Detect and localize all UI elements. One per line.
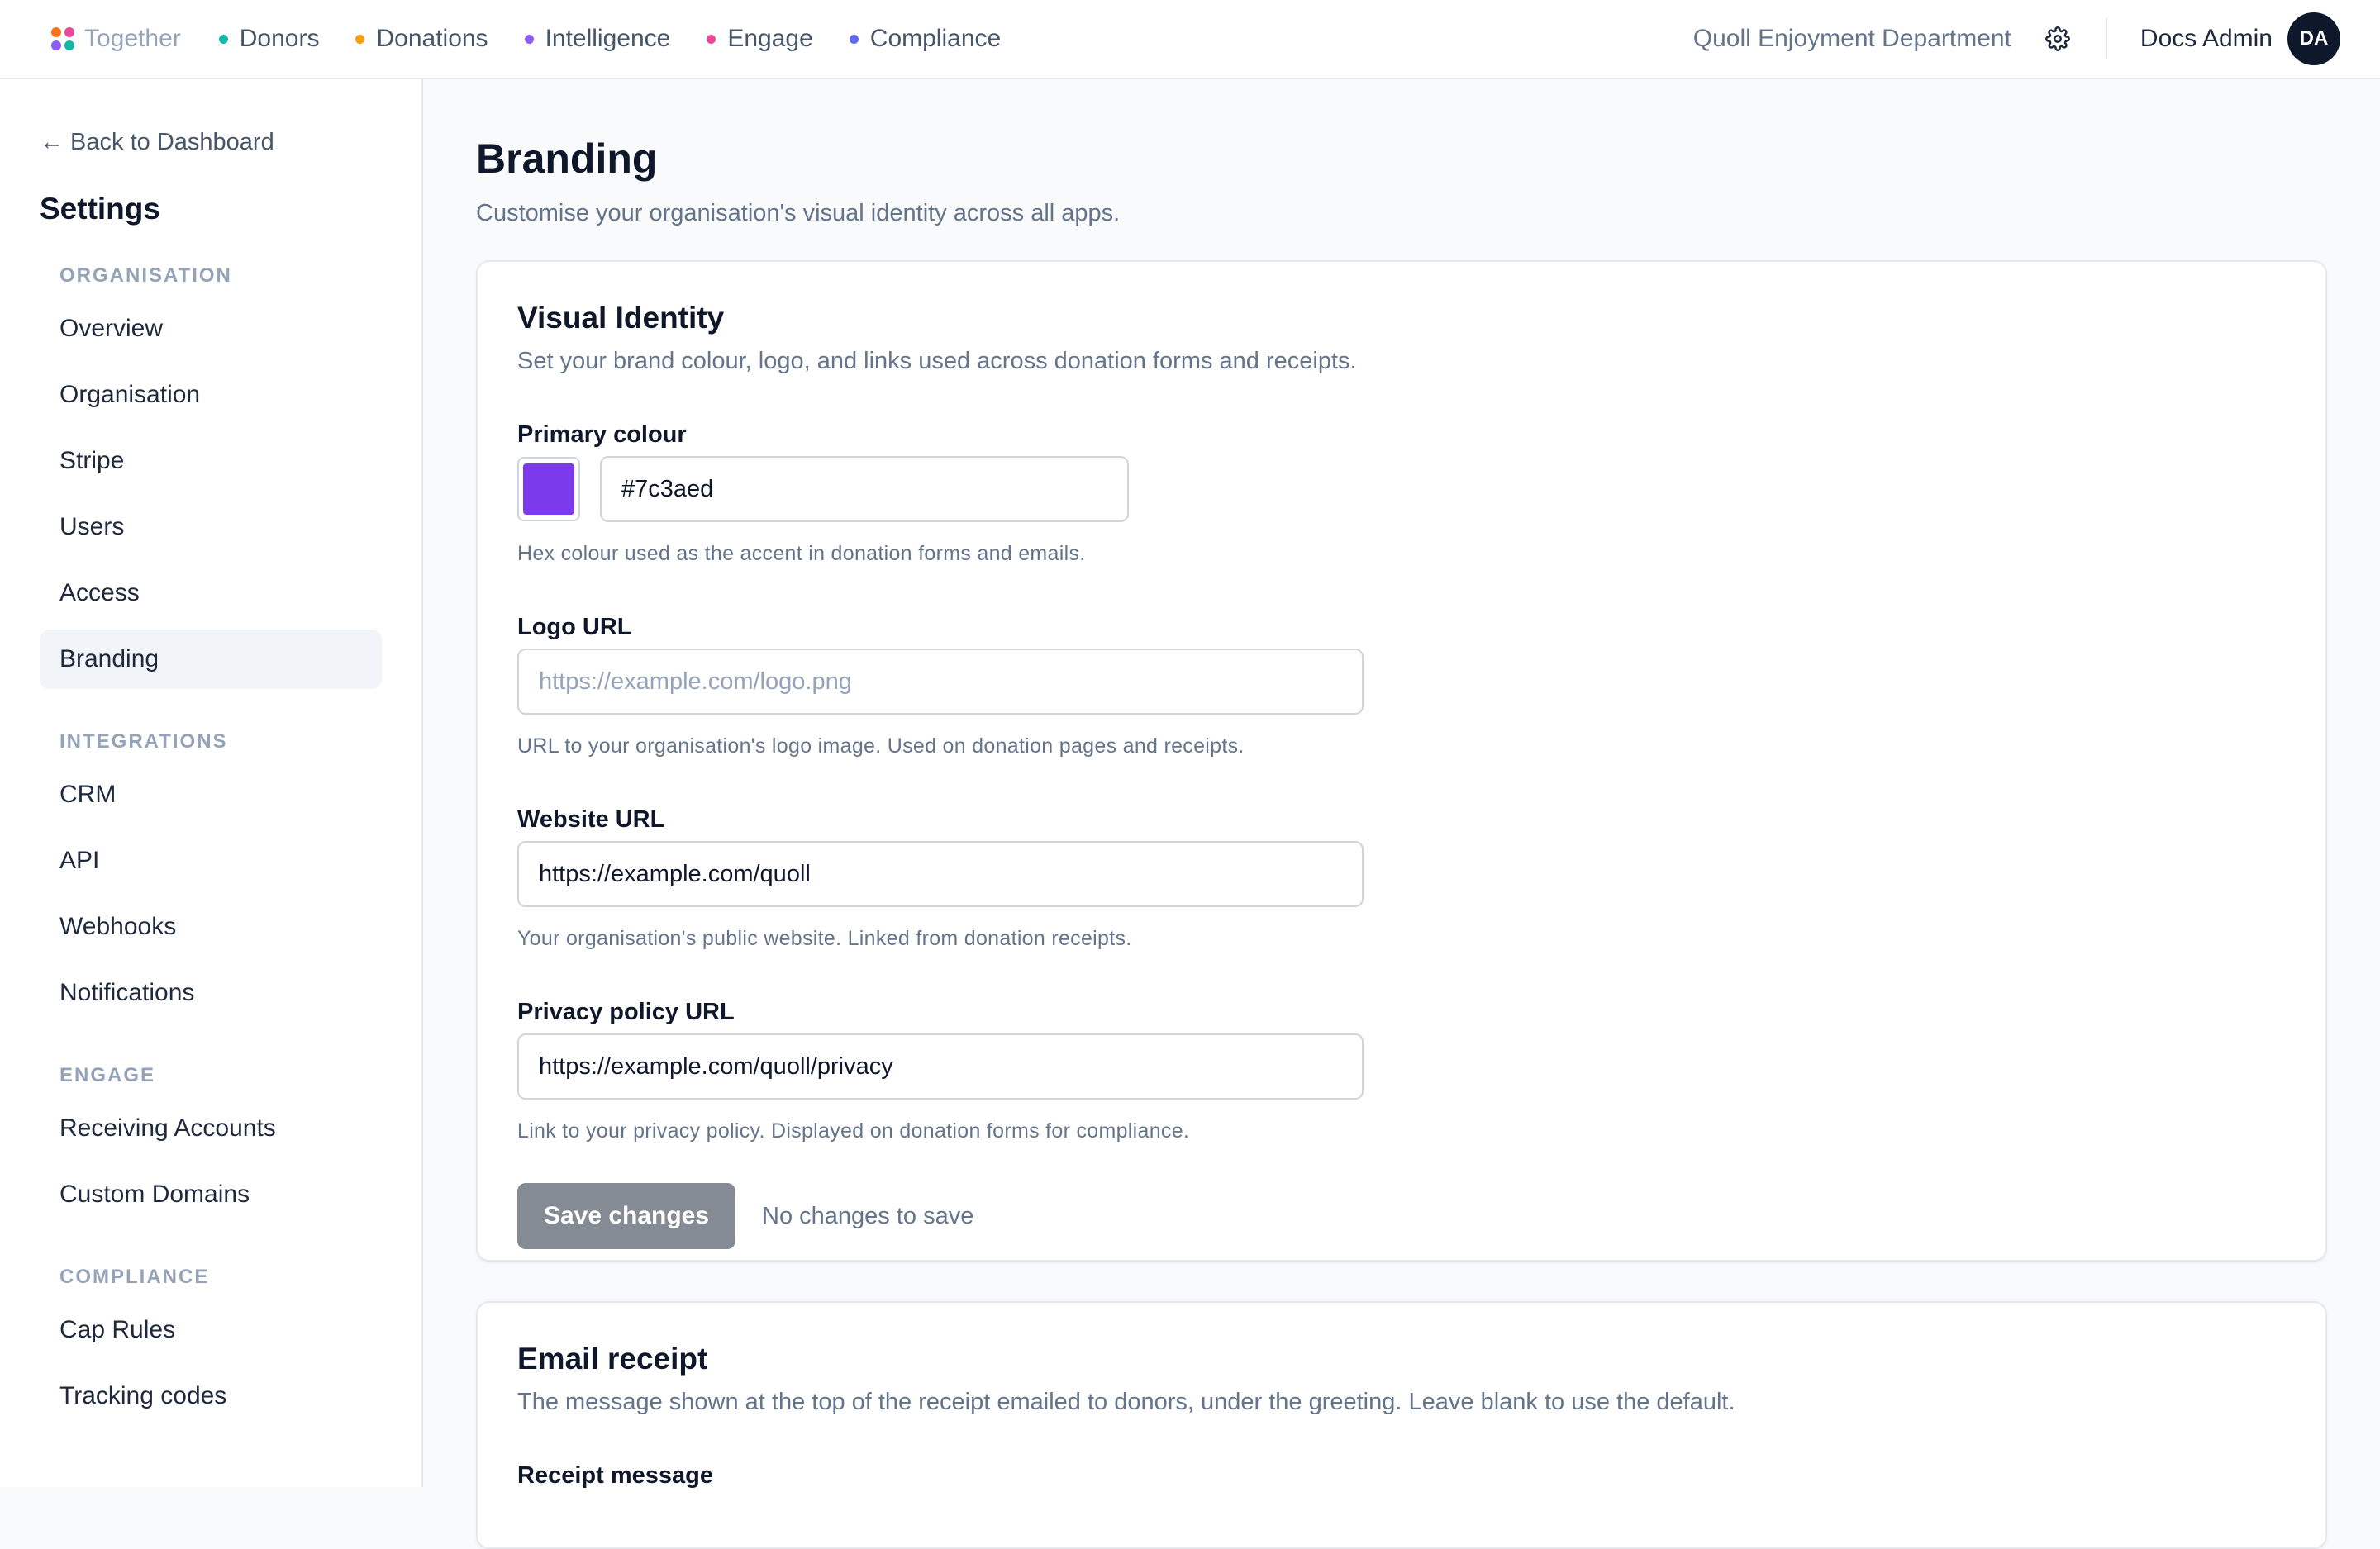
sidebar-item-organisation[interactable]: Organisation bbox=[40, 365, 382, 425]
organisation-switcher[interactable]: Quoll Enjoyment Department bbox=[1693, 25, 2011, 53]
form-actions: Save changes No changes to save bbox=[517, 1183, 2286, 1249]
nav-item-label: Donations bbox=[376, 25, 488, 52]
page-subtitle: Customise your organisation's visual ide… bbox=[476, 200, 1121, 226]
sidebar-title: Settings bbox=[40, 192, 160, 226]
nav-dot-icon bbox=[707, 34, 716, 44]
divider bbox=[2105, 18, 2107, 59]
email-receipt-card: Email receipt The message shown at the t… bbox=[476, 1301, 2327, 1549]
sidebar-item-crm[interactable]: CRM bbox=[40, 765, 382, 824]
sidebar-section-label: INTEGRATIONS bbox=[60, 730, 228, 753]
brand-logo-icon bbox=[51, 27, 74, 50]
sidebar-item-tracking-codes[interactable]: Tracking codes bbox=[40, 1366, 382, 1426]
nav-item-label: Compliance bbox=[869, 25, 1002, 52]
sidebar-item-custom-domains[interactable]: Custom Domains bbox=[40, 1165, 382, 1224]
sidebar-item-webhooks[interactable]: Webhooks bbox=[40, 897, 382, 957]
nav-item-donors[interactable]: Donors bbox=[218, 25, 320, 53]
privacy-url-label: Privacy policy URL bbox=[517, 999, 735, 1025]
sidebar-item-notifications[interactable]: Notifications bbox=[40, 963, 382, 1023]
privacy-url-hint: Link to your privacy policy. Displayed o… bbox=[517, 1119, 1190, 1143]
logo-url-input[interactable] bbox=[517, 649, 1364, 715]
user-name[interactable]: Docs Admin bbox=[2140, 25, 2273, 53]
website-url-label: Website URL bbox=[517, 806, 665, 833]
sidebar-section-label: COMPLIANCE bbox=[60, 1266, 210, 1288]
nav-dot-icon bbox=[355, 34, 365, 44]
save-status-text: No changes to save bbox=[762, 1202, 974, 1229]
brand-dot bbox=[64, 27, 74, 37]
nav-item-engage[interactable]: Engage bbox=[707, 25, 813, 53]
primary-colour-label: Primary colour bbox=[517, 421, 687, 448]
sidebar-item-access[interactable]: Access bbox=[40, 563, 382, 623]
nav-dot-icon bbox=[524, 34, 534, 44]
main-content: Branding Customise your organisation's v… bbox=[476, 79, 2327, 1549]
nav-dot-icon bbox=[218, 34, 228, 44]
visual-identity-card: Visual Identity Set your brand colour, l… bbox=[476, 260, 2327, 1262]
brand-dot bbox=[64, 40, 74, 50]
sidebar-item-branding[interactable]: Branding bbox=[40, 630, 382, 689]
avatar[interactable]: DA bbox=[2287, 12, 2340, 65]
privacy-url-input[interactable] bbox=[517, 1033, 1364, 1100]
brand-dot bbox=[51, 40, 61, 50]
card-title: Visual Identity bbox=[517, 301, 725, 335]
nav-dot-icon bbox=[849, 34, 859, 44]
receipt-message-label: Receipt message bbox=[517, 1462, 713, 1489]
sidebar-section-label: ENGAGE bbox=[60, 1064, 156, 1086]
top-navigation-bar: Together Donors Donations Intelligence E… bbox=[0, 0, 2380, 79]
nav-item-label: Donors bbox=[239, 25, 320, 52]
sidebar-section-label: ORGANISATION bbox=[60, 264, 232, 287]
website-url-input[interactable] bbox=[517, 841, 1364, 907]
nav-item-label: Intelligence bbox=[545, 25, 671, 52]
primary-colour-hint: Hex colour used as the accent in donatio… bbox=[517, 542, 1086, 565]
primary-colour-row bbox=[517, 456, 2286, 522]
website-url-hint: Your organisation's public website. Link… bbox=[517, 927, 1132, 950]
nav-item-intelligence[interactable]: Intelligence bbox=[524, 25, 671, 53]
sidebar-item-cap-rules[interactable]: Cap Rules bbox=[40, 1300, 382, 1360]
nav-item-donations[interactable]: Donations bbox=[355, 25, 488, 53]
brand-dot bbox=[51, 27, 61, 37]
colour-swatch bbox=[523, 463, 574, 515]
gear-icon[interactable] bbox=[2043, 24, 2073, 54]
brand-logo-link[interactable]: Together bbox=[51, 25, 181, 53]
logo-url-hint: URL to your organisation's logo image. U… bbox=[517, 734, 1245, 758]
back-to-dashboard-link[interactable]: ← Back to Dashboard bbox=[40, 126, 382, 159]
nav-item-compliance[interactable]: Compliance bbox=[849, 25, 1002, 53]
logo-url-label: Logo URL bbox=[517, 614, 632, 640]
sidebar-item-stripe[interactable]: Stripe bbox=[40, 431, 382, 491]
card-description: Set your brand colour, logo, and links u… bbox=[517, 348, 1357, 374]
save-changes-button[interactable]: Save changes bbox=[517, 1183, 735, 1249]
primary-colour-input[interactable] bbox=[600, 456, 1129, 522]
sidebar-item-receiving-accounts[interactable]: Receiving Accounts bbox=[40, 1099, 382, 1158]
app-nav: Donors Donations Intelligence Engage Com… bbox=[218, 25, 1002, 53]
sidebar-item-overview[interactable]: Overview bbox=[40, 299, 382, 359]
settings-sidebar: ← Back to Dashboard Settings ORGANISATIO… bbox=[0, 79, 423, 1487]
sidebar-item-users[interactable]: Users bbox=[40, 497, 382, 557]
top-right-controls: Quoll Enjoyment Department Docs Admin DA bbox=[1693, 12, 2340, 65]
card-description: The message shown at the top of the rece… bbox=[517, 1389, 1735, 1415]
page-title: Branding bbox=[476, 135, 658, 182]
colour-picker[interactable] bbox=[517, 457, 580, 521]
nav-item-label: Engage bbox=[727, 25, 813, 52]
sidebar-item-api[interactable]: API bbox=[40, 831, 382, 891]
brand-name: Together bbox=[84, 25, 181, 52]
card-title: Email receipt bbox=[517, 1342, 708, 1376]
